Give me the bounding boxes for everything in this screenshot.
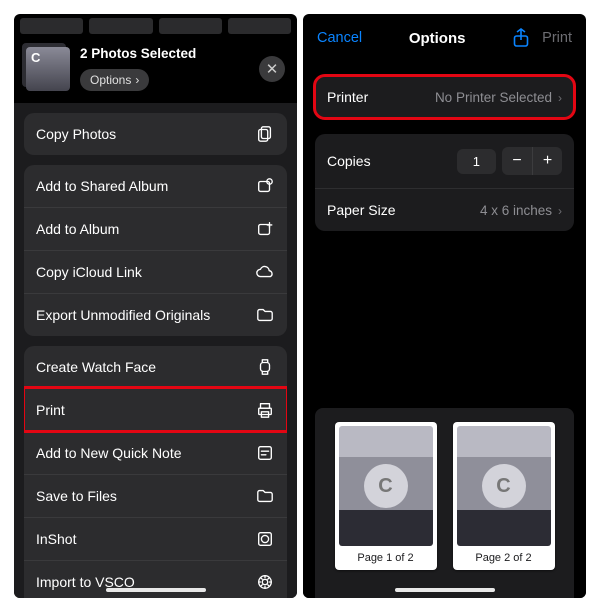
action-label: Copy Photos (36, 126, 116, 142)
home-indicator[interactable] (106, 588, 206, 592)
action-export-originals[interactable]: Export Unmodified Originals (24, 293, 287, 336)
page-title: Options (409, 30, 466, 47)
action-quick-note[interactable]: Add to New Quick Note (24, 431, 287, 474)
copies-value[interactable]: 1 (457, 149, 496, 174)
tab-thumb (20, 18, 83, 34)
paper-label: Paper Size (327, 202, 395, 218)
shared-album-icon (255, 177, 275, 195)
paper-value: 4 x 6 inches (480, 203, 552, 218)
action-label: Export Unmodified Originals (36, 307, 210, 323)
vsco-icon (255, 573, 275, 591)
share-title: 2 Photos Selected (80, 46, 196, 61)
action-label: Add to New Quick Note (36, 445, 182, 461)
action-watch-face[interactable]: Create Watch Face (24, 346, 287, 388)
actions-scroll[interactable]: Copy Photos Add to Shared Album Add to Alb… (14, 103, 297, 598)
tab-thumb (89, 18, 152, 34)
printer-value: No Printer Selected (435, 90, 552, 105)
printer-group: Printer No Printer Selected › (315, 76, 574, 118)
page-caption: Page 2 of 2 (457, 546, 551, 566)
page-image: C (339, 426, 433, 546)
stepper-plus[interactable]: + (532, 147, 562, 175)
inshot-icon (255, 530, 275, 548)
note-icon (255, 444, 275, 462)
close-button[interactable]: ✕ (259, 56, 285, 82)
page-image: C (457, 426, 551, 546)
action-label: Add to Shared Album (36, 178, 168, 194)
home-indicator[interactable] (395, 588, 495, 592)
folder-icon (255, 487, 275, 505)
print-preview: C Page 1 of 2 C Page 2 of 2 (315, 408, 574, 598)
copy-icon (255, 125, 275, 143)
chevron-right-icon: › (558, 91, 562, 105)
action-copy-photos[interactable]: Copy Photos (24, 113, 287, 155)
action-label: Add to Album (36, 221, 119, 237)
watch-icon (255, 358, 275, 376)
action-add-shared-album[interactable]: Add to Shared Album (24, 165, 287, 207)
action-label: InShot (36, 531, 76, 547)
options-chip[interactable]: Options › (80, 69, 149, 91)
page-thumbnail[interactable]: C Page 1 of 2 (335, 422, 437, 570)
page-caption: Page 1 of 2 (339, 546, 433, 566)
action-copy-icloud[interactable]: Copy iCloud Link (24, 250, 287, 293)
print-button: Print (542, 30, 572, 46)
settings-group: Copies 1 − + Paper Size 4 x 6 inches › (315, 134, 574, 231)
print-options-screen: Cancel Options Print Printer No Printer … (303, 14, 586, 598)
action-group: Copy Photos (24, 113, 287, 155)
action-label: Create Watch Face (36, 359, 156, 375)
cancel-button[interactable]: Cancel (317, 30, 362, 46)
share-icon[interactable] (512, 28, 530, 48)
action-inshot[interactable]: InShot (24, 517, 287, 560)
action-print[interactable]: Print (24, 388, 287, 431)
close-icon: ✕ (266, 60, 279, 78)
action-group: Create Watch Face Print Add to New Quick N… (24, 346, 287, 598)
action-add-album[interactable]: Add to Album (24, 207, 287, 250)
thumb-letter: C (31, 50, 40, 65)
chevron-right-icon: › (558, 204, 562, 218)
selection-thumbnail: C (26, 47, 70, 91)
app-switcher-tabs (14, 14, 297, 36)
printer-label: Printer (327, 89, 368, 105)
action-label: Save to Files (36, 488, 117, 504)
share-sheet-screen: C 2 Photos Selected Options › ✕ Copy Pho… (14, 14, 297, 598)
stepper-minus[interactable]: − (502, 147, 532, 175)
tab-thumb (228, 18, 291, 34)
album-plus-icon (255, 220, 275, 238)
action-label: Copy iCloud Link (36, 264, 142, 280)
options-chip-label: Options (90, 73, 131, 87)
page-thumbnail[interactable]: C Page 2 of 2 (453, 422, 555, 570)
tab-thumb (159, 18, 222, 34)
paper-size-row[interactable]: Paper Size 4 x 6 inches › (315, 188, 574, 231)
action-save-files[interactable]: Save to Files (24, 474, 287, 517)
copies-row: Copies 1 − + (315, 134, 574, 188)
printer-row[interactable]: Printer No Printer Selected › (315, 76, 574, 118)
copies-label: Copies (327, 153, 371, 169)
print-icon (255, 401, 275, 419)
cloud-icon (255, 263, 275, 281)
action-vsco[interactable]: Import to VSCO (24, 560, 287, 598)
options-body: Printer No Printer Selected › Copies 1 − … (303, 60, 586, 598)
thumb-letter: C (482, 464, 526, 508)
chevron-right-icon: › (135, 73, 139, 87)
action-label: Print (36, 402, 65, 418)
copies-stepper: 1 − + (457, 147, 562, 175)
share-header: C 2 Photos Selected Options › ✕ (14, 36, 297, 103)
action-group: Add to Shared Album Add to Album Copy iClo… (24, 165, 287, 336)
options-header: Cancel Options Print (303, 14, 586, 60)
thumb-letter: C (364, 464, 408, 508)
folder-icon (255, 306, 275, 324)
